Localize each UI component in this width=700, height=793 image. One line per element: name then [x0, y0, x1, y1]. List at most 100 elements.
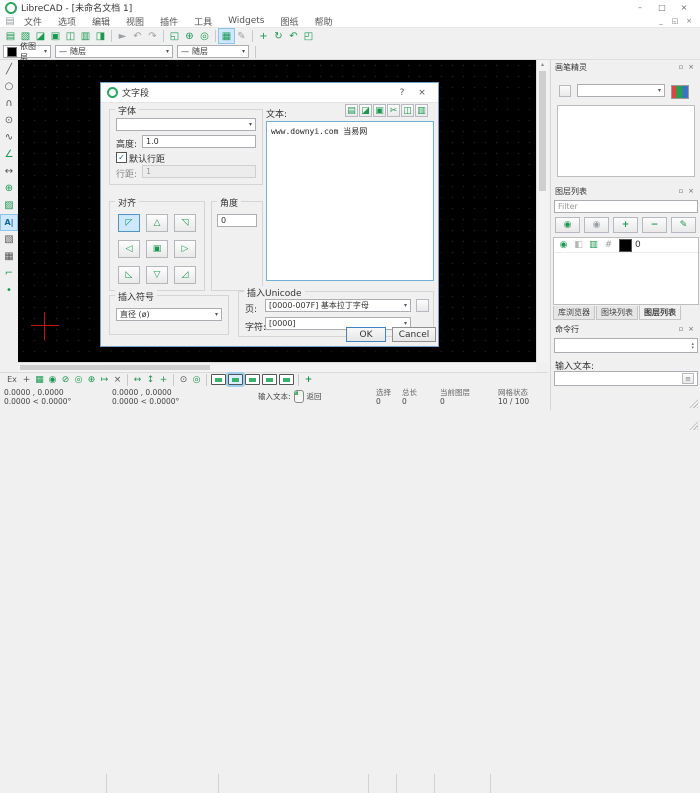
tab-block-list[interactable]: 图块列表 [596, 306, 638, 320]
snap-center-button[interactable]: ◎ [72, 374, 85, 386]
unicode-page-select[interactable]: [0000-007F] 基本拉丁字母 ▾ [265, 299, 411, 312]
save-as-button[interactable]: ◫ [63, 29, 78, 43]
unicode-char-select[interactable]: [0000] ▾ [265, 317, 411, 330]
polyline-tool-icon[interactable]: ∠ [1, 147, 17, 162]
scroll-up-icon[interactable]: ▴ [537, 60, 548, 69]
maximize-button[interactable]: □ [651, 3, 673, 12]
menu-help[interactable]: 帮助 [307, 15, 341, 28]
mdi-close-button[interactable]: × [682, 17, 696, 25]
pen-apply-button[interactable] [559, 85, 571, 97]
exclusive-snap-button[interactable]: Ex [4, 374, 20, 386]
align-top-center-button[interactable]: △ [146, 214, 168, 232]
close-icon[interactable]: × [686, 187, 696, 195]
default-line-spacing-checkbox[interactable]: ✓ [116, 152, 127, 163]
mdi-document-icon[interactable]: ▤ [4, 14, 16, 28]
dimension-tool-icon[interactable]: ↔ [1, 164, 17, 179]
linetype-select[interactable]: — 随层 ▾ [55, 45, 173, 58]
height-input[interactable]: 1.0 [142, 135, 256, 148]
select-window-button[interactable]: ◰ [301, 29, 316, 43]
close-icon[interactable]: × [686, 325, 696, 333]
layer-construction-icon[interactable]: # [601, 240, 616, 250]
vertical-scroll-thumb[interactable] [539, 71, 546, 191]
print-button[interactable]: ▥ [78, 29, 93, 43]
mdi-restore-button[interactable]: ◱ [668, 17, 682, 25]
ok-button[interactable]: OK [346, 327, 386, 342]
command-input[interactable]: ≡ [554, 371, 698, 386]
spin-down-icon[interactable]: ▾ [691, 346, 694, 350]
polyline-edit-tool-icon[interactable]: ⌐ [1, 266, 17, 281]
snap-grid-button[interactable]: ▦ [33, 374, 46, 386]
snap-middle-button[interactable]: ⊕ [85, 374, 98, 386]
align-middle-left-button[interactable]: ◁ [118, 240, 140, 258]
color-select[interactable]: 依图层 ▾ [3, 45, 51, 58]
text-copy-icon[interactable]: ◫ [401, 104, 414, 117]
print-preview-button[interactable]: ◨ [93, 29, 108, 43]
text-paste-icon[interactable]: ▥ [415, 104, 428, 117]
resize-grip[interactable] [689, 421, 698, 430]
viewport-widget-icon-5[interactable] [279, 374, 294, 385]
previous-view-button[interactable]: ↶ [286, 29, 301, 43]
viewport-widget-icon-4[interactable] [262, 374, 277, 385]
layer-name[interactable]: 0 [635, 240, 641, 250]
new-document-button[interactable]: ▤ [3, 29, 18, 43]
viewport-widget-icon-1[interactable] [211, 374, 226, 385]
lock-relative-zero-button[interactable]: ⊙ [177, 374, 190, 386]
align-middle-center-button[interactable]: ▣ [146, 240, 168, 258]
zoom-window-button[interactable]: ◱ [167, 29, 182, 43]
circle-tool-icon[interactable]: ○ [1, 79, 17, 94]
menu-edit[interactable]: 编辑 [84, 15, 118, 28]
pan-view-button[interactable]: + [256, 29, 271, 43]
align-middle-right-button[interactable]: ▷ [174, 240, 196, 258]
vertical-scrollbar[interactable]: ▴ [536, 60, 548, 362]
redo-button[interactable]: ↷ [145, 29, 160, 43]
menu-drawings[interactable]: 图纸 [272, 15, 306, 28]
hatch-pattern-tool-icon[interactable]: ▧ [1, 232, 17, 247]
restrict-vertical-button[interactable]: ↕ [144, 374, 157, 386]
ucs-add-button[interactable]: + [302, 374, 315, 386]
close-button[interactable]: × [673, 3, 695, 12]
hatch-tool-icon[interactable]: ▨ [1, 198, 17, 213]
snap-on-entity-button[interactable]: ⊘ [59, 374, 72, 386]
insert-image-tool-icon[interactable]: ▦ [1, 249, 17, 264]
minimize-button[interactable]: – [629, 3, 651, 12]
grid-toggle-button[interactable]: ▦ [219, 29, 234, 43]
linewidth-select[interactable]: — 随层 ▾ [177, 45, 249, 58]
close-icon[interactable]: × [686, 63, 696, 71]
menu-plugins[interactable]: 插件 [152, 15, 186, 28]
mdi-minimize-button[interactable]: _ [654, 17, 668, 25]
spline-tool-icon[interactable]: ∿ [1, 130, 17, 145]
command-options-icon[interactable]: ≡ [682, 373, 694, 384]
float-icon[interactable]: ▫ [676, 63, 686, 71]
snap-distance-button[interactable]: ↦ [98, 374, 111, 386]
menu-tools[interactable]: 工具 [186, 15, 220, 28]
align-bottom-center-button[interactable]: ▽ [146, 266, 168, 284]
draft-mode-button[interactable]: ✎ [234, 29, 249, 43]
window-resize-grip[interactable] [689, 399, 698, 408]
angle-input[interactable]: 0 [217, 214, 257, 227]
symbol-select[interactable]: 直径 (ø) ▾ [116, 308, 222, 321]
mtext-tool-icon[interactable]: A| [1, 215, 17, 230]
line-spacing-input[interactable]: 1 [142, 165, 256, 178]
align-bottom-left-button[interactable]: ◺ [118, 266, 140, 284]
save-button[interactable]: ▣ [48, 29, 63, 43]
horizontal-scrollbar[interactable] [18, 362, 536, 372]
hide-all-layers-button[interactable]: ◉ [584, 217, 609, 233]
show-all-layers-button[interactable]: ◉ [555, 217, 580, 233]
align-top-left-button[interactable]: ◸ [118, 214, 140, 232]
menu-file[interactable]: 文件 [16, 15, 50, 28]
align-bottom-right-button[interactable]: ◿ [174, 266, 196, 284]
arc-tool-icon[interactable]: ∩ [1, 96, 17, 111]
text-editor[interactable]: www.downyi.com 当易网 [266, 121, 434, 281]
kill-actions-button[interactable]: ► [115, 29, 130, 43]
menu-widgets[interactable]: Widgets [220, 16, 272, 26]
font-select[interactable]: ▾ [116, 118, 256, 131]
pen-color-button[interactable] [671, 85, 689, 99]
pen-wizard-list[interactable] [557, 105, 695, 177]
layer-row[interactable]: ◉ ◧ ▥ # 0 [554, 238, 698, 253]
dialog-titlebar[interactable]: 文字段 ? × [101, 83, 438, 103]
command-history-field[interactable]: ▴ ▾ [554, 338, 698, 353]
block-tool-icon[interactable]: ⊕ [1, 181, 17, 196]
help-icon[interactable]: ? [392, 88, 412, 98]
close-icon[interactable]: × [412, 88, 432, 98]
pen-select[interactable]: ▾ [577, 84, 665, 97]
